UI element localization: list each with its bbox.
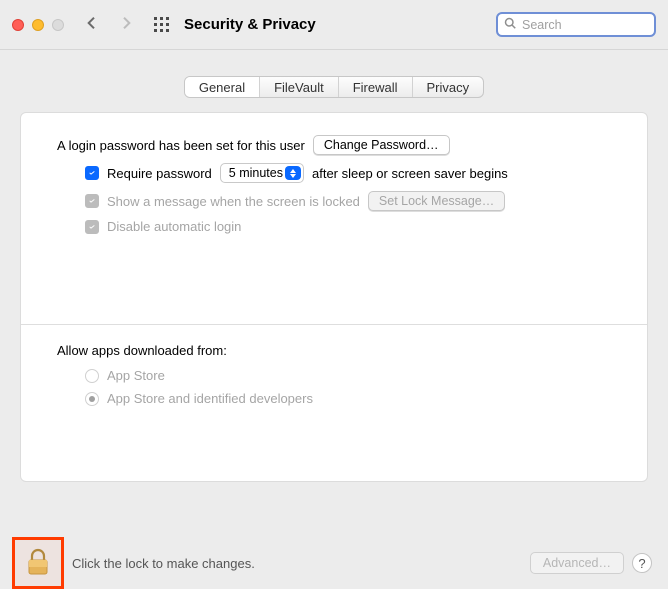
content: General FileVault Firewall Privacy A log… [0, 50, 668, 494]
gatekeeper-option-appstore: App Store [85, 368, 611, 383]
tab-general[interactable]: General [185, 77, 259, 97]
window-controls [12, 19, 64, 31]
forward-button[interactable] [118, 15, 134, 34]
lock-highlight-annotation [12, 537, 64, 589]
segmented-control: General FileVault Firewall Privacy [184, 76, 484, 98]
search-field[interactable] [496, 12, 656, 37]
general-panel: A login password has been set for this u… [20, 112, 648, 482]
stepper-arrows-icon [285, 166, 301, 180]
disable-auto-login-row: Disable automatic login [85, 219, 611, 234]
search-icon [504, 17, 516, 32]
show-message-row: Show a message when the screen is locked… [85, 191, 611, 211]
require-password-label: Require password [107, 166, 212, 181]
lock-hint-text: Click the lock to make changes. [72, 556, 255, 571]
lock-icon[interactable] [26, 548, 50, 579]
minimize-window-button[interactable] [32, 19, 44, 31]
bottom-bar: Click the lock to make changes. Advanced… [0, 539, 668, 587]
radio-identified-dev-label: App Store and identified developers [107, 391, 313, 406]
tab-firewall[interactable]: Firewall [338, 77, 412, 97]
disable-auto-login-checkbox [85, 220, 99, 234]
password-set-label: A login password has been set for this u… [57, 138, 305, 153]
password-delay-value: 5 minutes [229, 166, 283, 180]
divider [21, 324, 647, 325]
tab-privacy[interactable]: Privacy [412, 77, 484, 97]
search-input[interactable] [522, 18, 648, 32]
gatekeeper-label: Allow apps downloaded from: [57, 343, 611, 358]
tab-bar: General FileVault Firewall Privacy [20, 76, 648, 98]
radio-app-store [85, 369, 99, 383]
show-message-label: Show a message when the screen is locked [107, 194, 360, 209]
require-password-row: Require password 5 minutes after sleep o… [85, 163, 611, 183]
radio-app-store-label: App Store [107, 368, 165, 383]
window-title: Security & Privacy [184, 16, 316, 33]
password-row: A login password has been set for this u… [57, 135, 611, 155]
radio-identified-dev [85, 392, 99, 406]
set-lock-message-button: Set Lock Message… [368, 191, 505, 211]
tab-filevault[interactable]: FileVault [259, 77, 338, 97]
close-window-button[interactable] [12, 19, 24, 31]
require-password-checkbox[interactable] [85, 166, 99, 180]
titlebar: Security & Privacy [0, 0, 668, 50]
help-button[interactable]: ? [632, 553, 652, 573]
change-password-button[interactable]: Change Password… [313, 135, 450, 155]
show-message-checkbox [85, 194, 99, 208]
nav-buttons [84, 15, 134, 34]
disable-auto-login-label: Disable automatic login [107, 219, 241, 234]
password-delay-select[interactable]: 5 minutes [220, 163, 304, 183]
gatekeeper-option-identified: App Store and identified developers [85, 391, 611, 406]
zoom-window-button [52, 19, 64, 31]
show-all-prefs-button[interactable] [154, 17, 170, 33]
advanced-button: Advanced… [530, 552, 624, 574]
back-button[interactable] [84, 15, 100, 34]
after-sleep-label: after sleep or screen saver begins [312, 166, 508, 181]
